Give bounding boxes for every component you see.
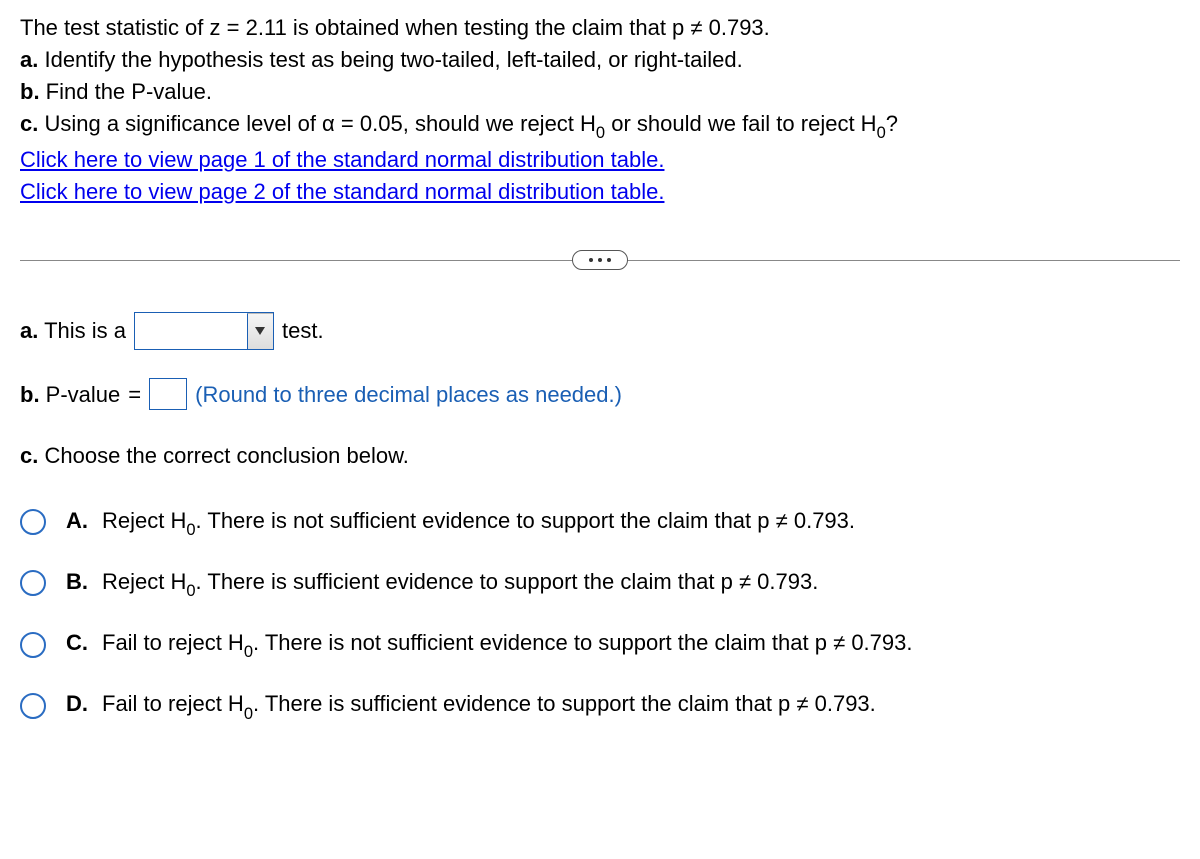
option-a-label: A. Reject H0. There is not sufficient ev… bbox=[66, 504, 855, 541]
question-block: The test statistic of z = 2.11 is obtain… bbox=[20, 12, 1180, 208]
text: Fail to reject H bbox=[102, 691, 244, 716]
equals: = bbox=[128, 378, 141, 411]
not-equal: ≠ bbox=[833, 630, 845, 655]
text: test. bbox=[282, 314, 324, 347]
option-letter: B. bbox=[66, 565, 92, 602]
z-value: 2.11 bbox=[246, 15, 287, 40]
text: . There is not sufficient evidence to su… bbox=[196, 508, 770, 533]
subscript-zero: 0 bbox=[877, 124, 886, 142]
subscript-zero: 0 bbox=[244, 643, 253, 661]
section-divider bbox=[20, 248, 1180, 272]
link-table-page-1[interactable]: Click here to view page 1 of the standar… bbox=[20, 147, 664, 172]
answer-b-prefix: b. P-value bbox=[20, 378, 120, 411]
radio-option-d[interactable] bbox=[20, 693, 46, 719]
part-label: c. bbox=[20, 111, 38, 136]
dropdown-arrow-button[interactable] bbox=[247, 313, 273, 349]
text: This is a bbox=[38, 318, 126, 343]
p-value: 0.793. bbox=[757, 569, 818, 594]
text: Choose the correct conclusion below. bbox=[38, 443, 409, 468]
part-label: b. bbox=[20, 79, 40, 104]
answer-row-c: c. Choose the correct conclusion below. bbox=[20, 439, 1180, 472]
question-part-a: a. Identify the hypothesis test as being… bbox=[20, 44, 1180, 76]
dot-icon bbox=[607, 258, 611, 262]
text: Reject H bbox=[102, 508, 186, 533]
text: P-value bbox=[40, 382, 121, 407]
text: Using a significance level of α bbox=[38, 111, 334, 136]
text: . There is sufficient evidence to suppor… bbox=[196, 569, 733, 594]
question-part-c: c. Using a significance level of α = 0.0… bbox=[20, 108, 1180, 144]
option-b: B. Reject H0. There is sufficient eviden… bbox=[20, 565, 1180, 602]
answer-row-b: b. P-value = (Round to three decimal pla… bbox=[20, 378, 1180, 411]
text: The test statistic of z bbox=[20, 15, 221, 40]
link-table-page-2[interactable]: Click here to view page 2 of the standar… bbox=[20, 179, 664, 204]
subscript-zero: 0 bbox=[596, 124, 605, 142]
not-equal: ≠ bbox=[796, 691, 808, 716]
radio-option-c[interactable] bbox=[20, 632, 46, 658]
dropdown-display[interactable] bbox=[135, 313, 247, 349]
p-value: 0.793. bbox=[815, 691, 876, 716]
part-label: a. bbox=[20, 47, 38, 72]
option-letter: D. bbox=[66, 687, 92, 724]
p-value: 0.793. bbox=[794, 508, 855, 533]
option-a: A. Reject H0. There is not sufficient ev… bbox=[20, 504, 1180, 541]
answer-row-a: a. This is a test. bbox=[20, 312, 1180, 350]
qmark: ? bbox=[886, 111, 898, 136]
text: . There is not sufficient evidence to su… bbox=[253, 630, 827, 655]
option-letter: C. bbox=[66, 626, 92, 663]
option-d: D. Fail to reject H0. There is sufficien… bbox=[20, 687, 1180, 724]
option-d-label: D. Fail to reject H0. There is sufficien… bbox=[66, 687, 876, 724]
p-value: 0.793. bbox=[709, 15, 770, 40]
option-c-label: C. Fail to reject H0. There is not suffi… bbox=[66, 626, 912, 663]
text: or should we fail to reject H bbox=[605, 111, 876, 136]
subscript-zero: 0 bbox=[186, 582, 195, 600]
option-c: C. Fail to reject H0. There is not suffi… bbox=[20, 626, 1180, 663]
question-part-b: b. Find the P-value. bbox=[20, 76, 1180, 108]
text: Identify the hypothesis test as being tw… bbox=[38, 47, 742, 72]
text: , should we reject H bbox=[403, 111, 596, 136]
dot-icon bbox=[598, 258, 602, 262]
text: is obtained when testing the claim that … bbox=[287, 15, 684, 40]
pvalue-input[interactable] bbox=[149, 378, 187, 410]
ellipsis-button[interactable] bbox=[572, 250, 628, 270]
not-equal: ≠ bbox=[739, 569, 751, 594]
dot-icon bbox=[589, 258, 593, 262]
option-letter: A. bbox=[66, 504, 92, 541]
equals: = bbox=[227, 15, 240, 40]
part-label: a. bbox=[20, 318, 38, 343]
options-list: A. Reject H0. There is not sufficient ev… bbox=[20, 504, 1180, 725]
part-label: b. bbox=[20, 382, 40, 407]
subscript-zero: 0 bbox=[186, 521, 195, 539]
text: Reject H bbox=[102, 569, 186, 594]
p-value: 0.793. bbox=[851, 630, 912, 655]
option-text: Reject H0. There is sufficient evidence … bbox=[102, 565, 818, 602]
rounding-hint: (Round to three decimal places as needed… bbox=[195, 378, 622, 411]
chevron-down-icon bbox=[254, 326, 266, 336]
not-equal: ≠ bbox=[776, 508, 788, 533]
question-line-1: The test statistic of z = 2.11 is obtain… bbox=[20, 12, 1180, 44]
text: . There is sufficient evidence to suppor… bbox=[253, 691, 790, 716]
text: Fail to reject H bbox=[102, 630, 244, 655]
radio-option-a[interactable] bbox=[20, 509, 46, 535]
text: Find the P-value. bbox=[40, 79, 212, 104]
option-text: Reject H0. There is not sufficient evide… bbox=[102, 504, 855, 541]
part-label: c. bbox=[20, 443, 38, 468]
radio-option-b[interactable] bbox=[20, 570, 46, 596]
answer-a-prefix: a. This is a bbox=[20, 314, 126, 347]
option-text: Fail to reject H0. There is sufficient e… bbox=[102, 687, 876, 724]
test-type-dropdown[interactable] bbox=[134, 312, 274, 350]
alpha-value: 0.05 bbox=[360, 111, 403, 136]
equals: = bbox=[341, 111, 354, 136]
option-text: Fail to reject H0. There is not sufficie… bbox=[102, 626, 912, 663]
subscript-zero: 0 bbox=[244, 705, 253, 723]
not-equal: ≠ bbox=[690, 15, 702, 40]
answers-block: a. This is a test. b. P-value = (Round t… bbox=[20, 312, 1180, 725]
option-b-label: B. Reject H0. There is sufficient eviden… bbox=[66, 565, 818, 602]
